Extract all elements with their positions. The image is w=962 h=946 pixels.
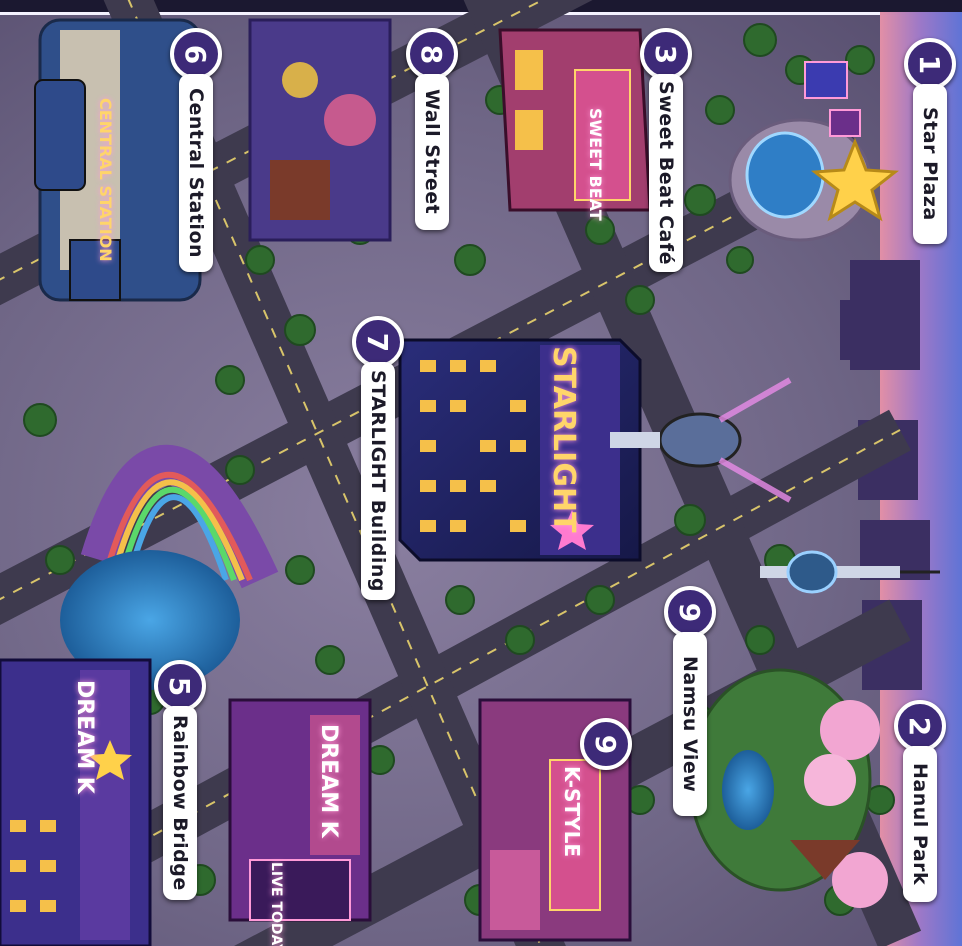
location-hanul-park[interactable]: 2 Hanul Park — [894, 700, 946, 902]
location-number-badge: 3 — [640, 28, 692, 80]
location-number-badge: 1 — [904, 38, 956, 90]
live-today-sign: LIVE TODAY! — [268, 862, 284, 946]
location-number-badge: 8 — [406, 28, 458, 80]
location-k-style[interactable]: 9 — [580, 718, 632, 770]
location-central-station[interactable]: 6 Central Station — [170, 28, 222, 272]
location-name-plate: STARLIGHT Building — [361, 362, 395, 600]
location-name-plate: Rainbow Bridge — [163, 706, 197, 900]
location-sweet-beat-cafe[interactable]: 3 Sweet Beat Café — [640, 28, 692, 272]
location-star-plaza[interactable]: 1 Star Plaza — [904, 38, 956, 244]
location-starlight-building[interactable]: 7 STARLIGHT Building — [352, 316, 404, 600]
dream-k-live-building — [228, 698, 372, 922]
map-scene — [0, 0, 962, 946]
location-name-plate: Central Station — [179, 74, 213, 272]
location-name-plate: Sweet Beat Café — [649, 74, 683, 272]
location-number-badge: 6 — [170, 28, 222, 80]
dream-k-sign-1: DREAM K — [72, 680, 97, 794]
central-station-sign: CENTRAL STATION — [96, 98, 115, 262]
k-style-sign: K-STYLE — [560, 766, 584, 857]
sweet-beat-sign: SWEET BEAT — [586, 108, 605, 221]
location-name-plate: Star Plaza — [913, 84, 947, 244]
starlight-sign: STARLIGHT — [546, 346, 581, 533]
location-name-plate: Wall Street — [415, 74, 449, 230]
location-namsu-view[interactable]: 9 Namsu View — [664, 586, 716, 816]
location-rainbow-bridge[interactable]: 5 Rainbow Bridge — [154, 660, 206, 900]
location-name-plate: Hanul Park — [903, 746, 937, 902]
location-number-badge: 2 — [894, 700, 946, 752]
dream-k-sign-2: DREAM K — [316, 724, 341, 838]
wall-street — [248, 18, 392, 242]
location-wall-street[interactable]: 8 Wall Street — [406, 28, 458, 230]
hanul-park — [688, 668, 888, 908]
location-number-badge: 5 — [154, 660, 206, 712]
city-map: CENTRAL STATION SWEET BEAT STARLIGHT DRE… — [0, 0, 962, 946]
star-plaza-fountain — [728, 61, 900, 242]
location-name-plate: Namsu View — [673, 632, 707, 816]
location-number-badge: 9 — [664, 586, 716, 638]
sweet-beat-cafe — [498, 28, 652, 212]
location-number-badge: 9 — [580, 718, 632, 770]
location-number-badge: 7 — [352, 316, 404, 368]
